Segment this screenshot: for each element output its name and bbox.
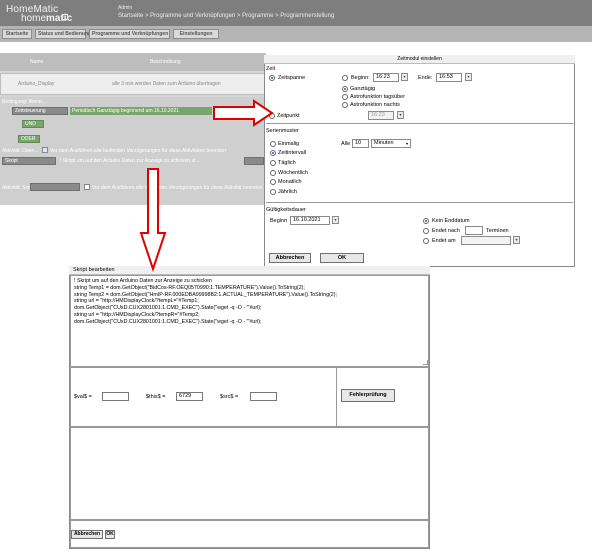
arrow-down-icon (139, 168, 167, 273)
annotation-arrows (139, 99, 274, 273)
arrow-right-icon (213, 99, 274, 127)
